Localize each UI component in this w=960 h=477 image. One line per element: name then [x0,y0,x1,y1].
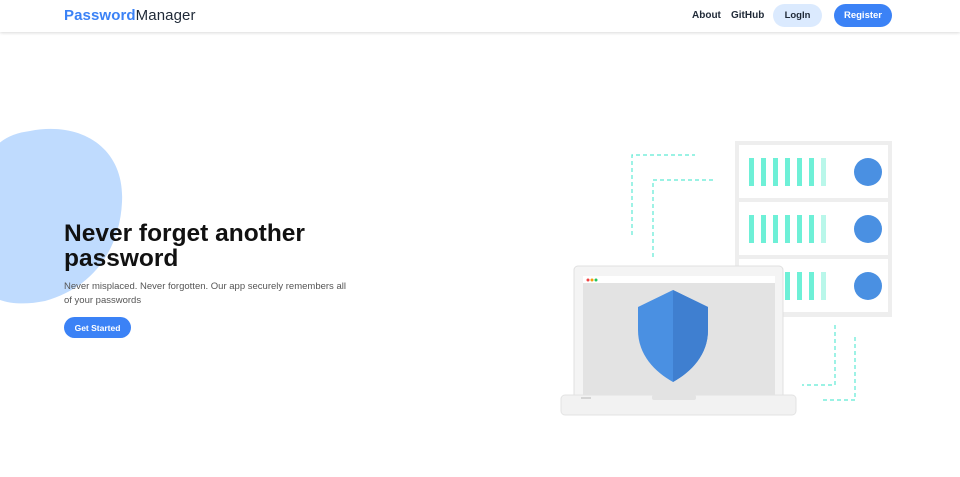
top-navbar: PasswordManager About GitHub LogIn Regis… [0,0,960,32]
logo-brand-text: Password [64,7,136,24]
nav-link-github[interactable]: GitHub [731,10,764,22]
register-button[interactable]: Register [834,4,892,27]
logo-rest-text: Manager [135,7,196,24]
nav-link-about[interactable]: About [692,10,721,22]
decorative-blob [0,128,123,304]
get-started-button[interactable]: Get Started [64,317,131,338]
hero-title: Never forget another password [64,220,305,272]
security-illustration [560,141,892,416]
hero-subtitle: Never misplaced. Never forgotten. Our ap… [64,281,346,306]
login-button[interactable]: LogIn [773,4,822,27]
app-logo[interactable]: PasswordManager [64,7,196,25]
